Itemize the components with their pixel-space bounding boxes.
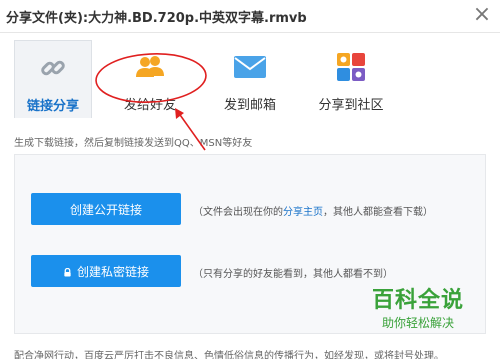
community-icon — [334, 52, 368, 82]
tab-send-to-email-label: 发到邮箱 — [223, 98, 276, 113]
tab-send-to-email[interactable]: 发到邮箱 — [210, 40, 290, 118]
private-link-description: （只有分享的好友能看到，其他人都看不到） — [193, 269, 393, 280]
tab-link-share[interactable]: 链接分享 — [14, 40, 92, 118]
tab-link-share-label: 链接分享 — [26, 99, 79, 114]
dialog-titlebar: 分享文件(夹):大力神.BD.720p.中英双字幕.rmvb × — [0, 0, 500, 33]
share-hint-text: 生成下载链接，然后复制链接发送到QQ、MSN等好友 — [14, 138, 253, 149]
tab-share-to-community-label: 分享到社区 — [318, 98, 384, 113]
create-private-link-label: 创建私密链接 — [76, 264, 149, 279]
create-public-link-label: 创建公开链接 — [69, 202, 142, 217]
share-homepage-link[interactable]: 分享主页 — [283, 207, 323, 218]
create-public-link-button[interactable]: 创建公开链接 — [31, 193, 181, 225]
tab-send-to-friends[interactable]: 发给好友 — [110, 40, 190, 118]
create-private-link-button[interactable]: 创建私密链接 — [31, 255, 181, 287]
envelope-icon — [233, 52, 267, 82]
link-icon — [36, 53, 70, 83]
dialog-title: 分享文件(夹):大力神.BD.720p.中英双字幕.rmvb — [6, 11, 307, 26]
watermark-title: 百科全说 — [371, 288, 464, 313]
public-link-desc-after: ，其他人都能查看下载） — [323, 207, 433, 218]
friends-icon — [133, 52, 167, 82]
watermark: 百科全说 助你轻松解决 — [350, 282, 486, 338]
share-method-tabs: 链接分享 发给好友 发到邮箱 分享到社区 — [0, 33, 500, 123]
tab-send-to-friends-label: 发给好友 — [123, 98, 176, 113]
policy-notice: 配合净网行动，百度云严厉打击不良信息、色情低俗信息的传播行为，如经发现，或将封号… — [14, 351, 444, 359]
public-link-desc-before: （文件会出现在你的 — [193, 207, 283, 218]
public-link-description: （文件会出现在你的分享主页，其他人都能查看下载） — [193, 203, 433, 218]
close-button[interactable]: × — [470, 4, 494, 28]
watermark-subtitle: 助你轻松解决 — [381, 316, 454, 330]
lock-icon — [64, 267, 71, 277]
tab-share-to-community[interactable]: 分享到社区 — [308, 40, 394, 118]
